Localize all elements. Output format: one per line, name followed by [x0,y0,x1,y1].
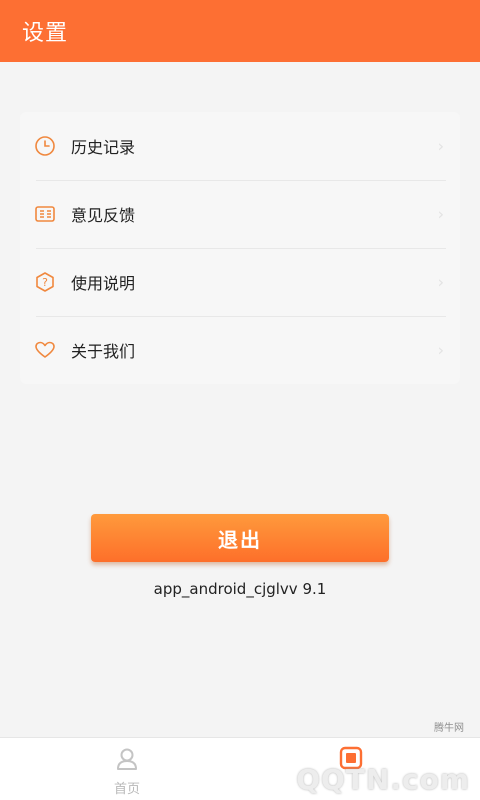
bottom-tab-bar: 首页 QQTN.com 腾牛网 [0,723,480,800]
menu-item-about[interactable]: 关于我们 › [20,316,460,384]
version-text: app_android_cjglvv 9.1 [153,580,327,598]
logout-button[interactable]: 退出 [91,514,389,562]
chevron-right-icon: › [437,204,444,224]
menu-item-label: 历史记录 [71,138,136,157]
feedback-icon [34,203,56,225]
watermark-small-text: 腾牛网 [434,723,464,734]
menu-item-label: 使用说明 [71,274,136,293]
menu-item-label: 关于我们 [71,342,136,361]
chevron-right-icon: › [437,272,444,292]
menu-item-label: 意见反馈 [71,206,136,225]
top-app-bar: 设置 [0,0,480,62]
chevron-right-icon: › [437,340,444,360]
heart-icon [34,339,56,361]
settings-menu: 历史记录 › 意见反馈 › ? 使用说明 › 关于我们 › [20,112,460,384]
menu-item-history[interactable]: 历史记录 › [20,112,460,180]
clock-icon [34,135,56,157]
chevron-right-icon: › [437,136,444,156]
page-title: 设置 [22,21,69,46]
watermark-text: QQTN.com [296,763,470,796]
tab-label: 首页 [113,782,140,797]
menu-item-instructions[interactable]: ? 使用说明 › [20,248,460,316]
person-icon [114,746,140,776]
help-icon: ? [34,271,56,293]
menu-item-feedback[interactable]: 意见反馈 › [20,180,460,248]
svg-text:?: ? [42,276,48,289]
tab-home[interactable]: 首页 [97,746,157,797]
watermark-logo: QQTN.com 腾牛网 [296,723,470,796]
